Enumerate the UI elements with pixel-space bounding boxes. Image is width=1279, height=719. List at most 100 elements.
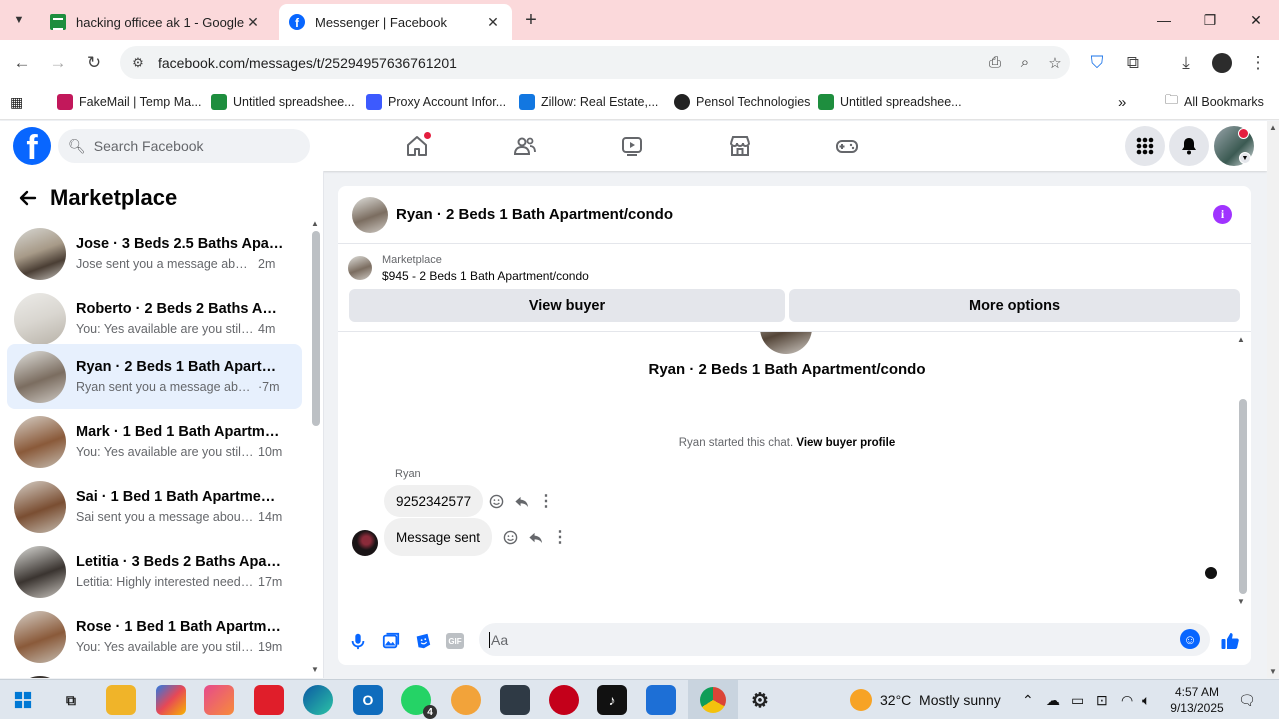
- app-icon[interactable]: [204, 685, 234, 715]
- scroll-up-arrow-icon[interactable]: ▲: [311, 219, 319, 228]
- address-bar[interactable]: ⚙ facebook.com/messages/t/25294957636761…: [120, 46, 1070, 79]
- notifications-bell-icon[interactable]: [1169, 126, 1209, 166]
- message-bubble[interactable]: 9252342577: [384, 485, 484, 517]
- reply-icon[interactable]: [524, 526, 546, 548]
- whatsapp-icon[interactable]: 4: [401, 685, 437, 719]
- scroll-up-arrow-icon[interactable]: ▲: [1237, 335, 1245, 344]
- bookmark-fakemail[interactable]: FakeMail | Temp Ma...: [57, 91, 202, 113]
- scroll-down-arrow-icon[interactable]: ▼: [311, 665, 319, 674]
- bookmark-spreadsheet-1[interactable]: Untitled spreadshee...: [211, 91, 355, 113]
- app-icon[interactable]: [500, 685, 530, 715]
- conversation-item[interactable]: Sai · 1 Bed 1 Bath Apartment/co... Sai s…: [7, 474, 302, 539]
- reload-button[interactable]: ↻: [79, 48, 109, 78]
- extension-shield-icon[interactable]: ⛉: [1082, 48, 1112, 78]
- close-icon[interactable]: ✕: [244, 13, 262, 31]
- install-app-icon[interactable]: ⎙: [980, 48, 1010, 78]
- forward-button[interactable]: →: [43, 48, 73, 78]
- app-tray-icon[interactable]: ⊡: [1096, 680, 1108, 719]
- onedrive-cloud-icon[interactable]: ☁: [1046, 680, 1060, 719]
- home-nav-icon[interactable]: [389, 130, 445, 162]
- conversation-item[interactable]: Roberto · 2 Beds 2 Baths Apart... You: Y…: [7, 286, 302, 351]
- conversation-item[interactable]: [7, 669, 302, 678]
- conversation-item-selected[interactable]: Ryan · 2 Beds 1 Bath Apartment... Ryan s…: [7, 344, 302, 409]
- wifi-icon[interactable]: ◠: [1121, 680, 1133, 719]
- facebook-logo[interactable]: f: [13, 127, 51, 165]
- conversation-item[interactable]: Rose · 1 Bed 1 Bath Apartment/c... You: …: [7, 604, 302, 669]
- scroll-down-arrow-icon[interactable]: ▼: [1237, 597, 1245, 606]
- show-hidden-icons-chevron-icon[interactable]: ⌃: [1022, 680, 1034, 719]
- reply-icon[interactable]: [510, 490, 532, 512]
- watch-nav-icon[interactable]: [604, 130, 660, 162]
- downloads-icon[interactable]: ⤓: [1171, 48, 1201, 78]
- chevron-down-icon[interactable]: ▼: [1239, 152, 1251, 164]
- weather-widget[interactable]: 32°C Mostly sunny: [850, 680, 1001, 719]
- message-bubble[interactable]: Message sent: [384, 518, 493, 556]
- tab-messenger[interactable]: f Messenger | Facebook ✕: [279, 4, 512, 40]
- friends-nav-icon[interactable]: [497, 130, 553, 162]
- more-bookmarks-chevron-icon[interactable]: »: [1118, 91, 1126, 113]
- view-buyer-profile-link[interactable]: View buyer profile: [796, 437, 895, 449]
- app-icon[interactable]: [254, 685, 284, 715]
- microsoft-store-icon[interactable]: [646, 685, 676, 715]
- windows-start-icon[interactable]: [8, 685, 38, 715]
- close-icon[interactable]: ✕: [484, 13, 502, 31]
- outlook-icon[interactable]: O: [353, 685, 383, 715]
- more-actions-icon[interactable]: ⋮: [549, 526, 571, 548]
- back-button[interactable]: ←: [7, 48, 37, 78]
- conversation-item[interactable]: Letitia · 3 Beds 2 Baths Apartme... Leti…: [7, 539, 302, 604]
- opera-icon[interactable]: [549, 685, 579, 715]
- app-icon[interactable]: [451, 685, 481, 715]
- chat-title[interactable]: Ryan · 2 Beds 1 Bath Apartment/condo: [396, 206, 673, 223]
- page-scrollbar[interactable]: ▲ ▼: [1267, 121, 1279, 678]
- info-icon[interactable]: i: [1213, 205, 1232, 224]
- bookmark-star-icon[interactable]: ☆: [1040, 48, 1070, 78]
- system-clock[interactable]: 4:57 AM 9/13/2025: [1166, 684, 1228, 716]
- thumbs-up-icon[interactable]: [1217, 628, 1243, 654]
- minimize-button[interactable]: —: [1141, 0, 1187, 40]
- tab-google-sheets[interactable]: hacking officee ak 1 - Google Sh ✕: [40, 4, 272, 40]
- conversation-item[interactable]: Jose · 3 Beds 2.5 Baths Apartme... Jose …: [7, 221, 302, 286]
- sticker-icon[interactable]: [410, 628, 436, 654]
- settings-gear-icon[interactable]: ⚙: [745, 685, 775, 715]
- site-info-icon[interactable]: ⚙: [124, 49, 152, 77]
- file-explorer-icon[interactable]: [106, 685, 136, 715]
- volume-icon[interactable]: 🔈︎: [1142, 680, 1150, 719]
- restore-button[interactable]: ❐: [1187, 0, 1233, 40]
- close-window-button[interactable]: ✕: [1233, 0, 1279, 40]
- conversation-item[interactable]: Mark · 1 Bed 1 Bath Apartment/... You: Y…: [7, 409, 302, 474]
- thread-scrollbar-thumb[interactable]: [1239, 399, 1247, 594]
- tab-search-chevron-icon[interactable]: ▼: [6, 8, 32, 32]
- zoom-icon[interactable]: ⌕: [1010, 48, 1040, 78]
- listing-summary[interactable]: Marketplace $945 - 2 Beds 1 Bath Apartme…: [348, 252, 589, 284]
- message-input[interactable]: Aa ☺: [479, 623, 1210, 656]
- bookmark-pensol[interactable]: Pensol Technologies: [674, 91, 810, 113]
- notification-center-icon[interactable]: 🗨︎: [1238, 680, 1256, 719]
- tiktok-icon[interactable]: ♪: [597, 685, 627, 715]
- bookmark-proxy-account[interactable]: Proxy Account Infor...: [366, 91, 506, 113]
- microphone-icon[interactable]: [345, 628, 371, 654]
- scroll-up-arrow-icon[interactable]: ▲: [1269, 123, 1277, 132]
- task-view-icon[interactable]: ⧉: [56, 685, 86, 715]
- facebook-search[interactable]: 🔍︎ Search Facebook: [58, 129, 310, 163]
- chrome-menu-icon[interactable]: ⋮: [1243, 48, 1273, 78]
- new-tab-button[interactable]: +: [520, 8, 542, 32]
- more-options-button[interactable]: More options: [789, 289, 1240, 322]
- menu-grid-icon[interactable]: [1125, 126, 1165, 166]
- all-bookmarks[interactable]: 🗀 All Bookmarks: [1165, 91, 1264, 113]
- profile-avatar[interactable]: [1207, 48, 1237, 78]
- list-scrollbar-thumb[interactable]: [312, 231, 320, 426]
- emoji-icon[interactable]: ☺: [1180, 629, 1200, 649]
- marketplace-nav-icon[interactable]: [712, 130, 768, 162]
- edge-icon[interactable]: [303, 685, 333, 715]
- attach-image-icon[interactable]: [378, 628, 404, 654]
- gaming-nav-icon[interactable]: [819, 130, 875, 162]
- copilot-icon[interactable]: [156, 685, 186, 715]
- apps-grid-icon[interactable]: ▦: [10, 91, 23, 113]
- back-arrow-icon[interactable]: [14, 184, 42, 212]
- view-buyer-button[interactable]: View buyer: [349, 289, 785, 322]
- bookmark-spreadsheet-2[interactable]: Untitled spreadshee...: [818, 91, 962, 113]
- scroll-down-arrow-icon[interactable]: ▼: [1269, 667, 1277, 676]
- url-text[interactable]: facebook.com/messages/t/2529495763676120…: [158, 55, 980, 71]
- bookmark-zillow[interactable]: Zillow: Real Estate,...: [519, 91, 658, 113]
- more-actions-icon[interactable]: ⋮: [535, 490, 557, 512]
